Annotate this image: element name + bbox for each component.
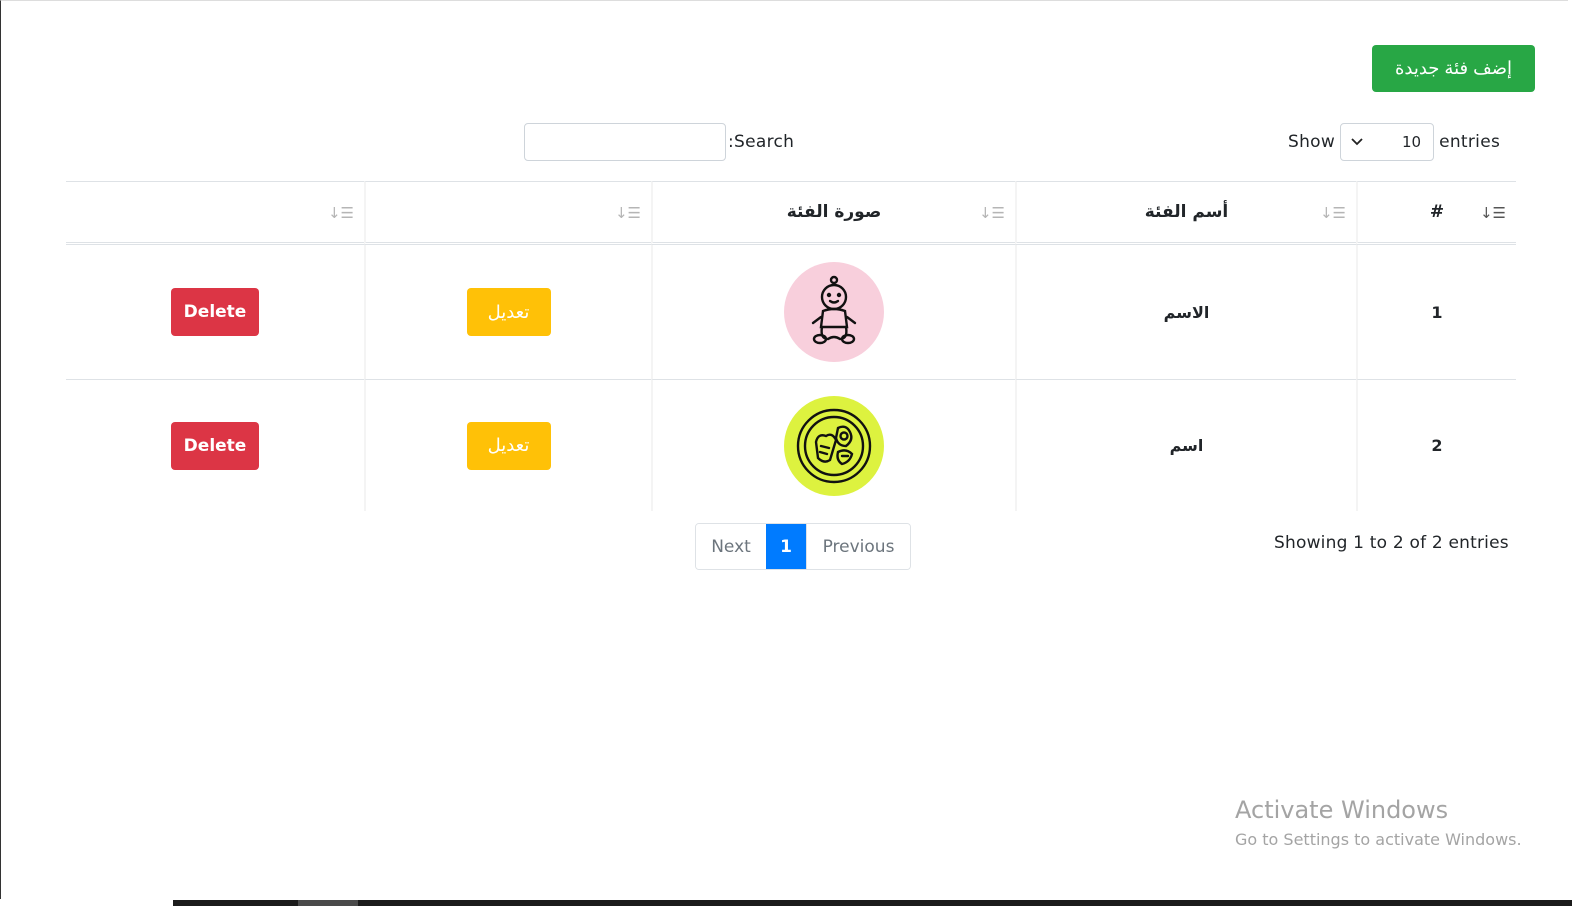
taskbar-edge (0, 899, 1572, 906)
search-input[interactable] (524, 123, 726, 161)
entries-length-control: Show 10 entries (1288, 123, 1500, 161)
id-cell: 1 (1356, 245, 1516, 380)
column-header-delete[interactable]: ↓☰ (66, 181, 364, 245)
column-header-edit[interactable]: ↓☰ (364, 181, 651, 245)
name-cell: الاسم (1015, 245, 1356, 380)
table-row: Delete تعديل (66, 245, 1516, 380)
sort-active-icon: ↓☰ (1479, 204, 1506, 222)
delete-cell: Delete (66, 380, 364, 511)
show-label: Show (1288, 132, 1336, 152)
watermark-title: Activate Windows (1235, 796, 1449, 824)
food-plate-icon (796, 408, 872, 483)
column-header-label: # (1429, 202, 1445, 222)
categories-table: ↓☰ ↓☰ صورة الفئة ↓☰ أسم الفئة ↓☰ # ↓☰ De… (66, 181, 1516, 511)
column-header-image[interactable]: صورة الفئة ↓☰ (651, 181, 1015, 245)
table-header-row: ↓☰ ↓☰ صورة الفئة ↓☰ أسم الفئة ↓☰ # ↓☰ (66, 181, 1516, 245)
add-category-button[interactable]: إضف فئة جديدة (1372, 45, 1535, 92)
search-control: :Search (524, 123, 794, 161)
watermark-subtitle: Go to Settings to activate Windows. (1235, 830, 1522, 849)
entries-length-select[interactable]: 10 (1340, 123, 1435, 161)
column-header-label: أسم الفئة (1144, 202, 1229, 222)
sort-icon: ↓☰ (614, 204, 641, 222)
id-cell: 2 (1356, 380, 1516, 511)
pagination-next[interactable]: Next (696, 524, 766, 569)
delete-button[interactable]: Delete (171, 288, 259, 336)
entries-label: entries (1439, 132, 1501, 152)
table-info: Showing 1 to 2 of 2 entries (1274, 533, 1509, 553)
pagination-page-current[interactable]: 1 (766, 524, 806, 569)
column-header-name[interactable]: أسم الفئة ↓☰ (1015, 181, 1356, 245)
name-cell: اسم (1015, 380, 1356, 511)
edit-cell: تعديل (364, 380, 651, 511)
sort-icon: ↓☰ (1319, 204, 1346, 222)
edit-button[interactable]: تعديل (466, 421, 551, 470)
delete-button[interactable]: Delete (171, 421, 259, 470)
category-image (784, 395, 884, 496)
chevron-down-icon (1351, 135, 1363, 150)
entries-length-value: 10 (1401, 133, 1422, 151)
table-row: Delete تعديل (66, 380, 1516, 511)
sort-icon: ↓☰ (978, 204, 1005, 222)
edit-cell: تعديل (364, 245, 651, 380)
edit-button[interactable]: تعديل (466, 288, 551, 336)
pagination: Next 1 Previous (695, 523, 911, 570)
column-header-label: صورة الفئة (786, 202, 882, 222)
category-image (784, 262, 884, 362)
search-label: :Search (728, 132, 795, 152)
image-cell (651, 380, 1015, 511)
windows-activation-watermark: Activate Windows Go to Settings to activ… (1235, 796, 1522, 849)
delete-cell: Delete (66, 245, 364, 380)
sort-icon: ↓☰ (327, 204, 354, 222)
column-header-id[interactable]: # ↓☰ (1356, 181, 1516, 245)
image-cell (651, 245, 1015, 380)
pagination-previous[interactable]: Previous (806, 524, 910, 569)
baby-icon (811, 275, 857, 345)
